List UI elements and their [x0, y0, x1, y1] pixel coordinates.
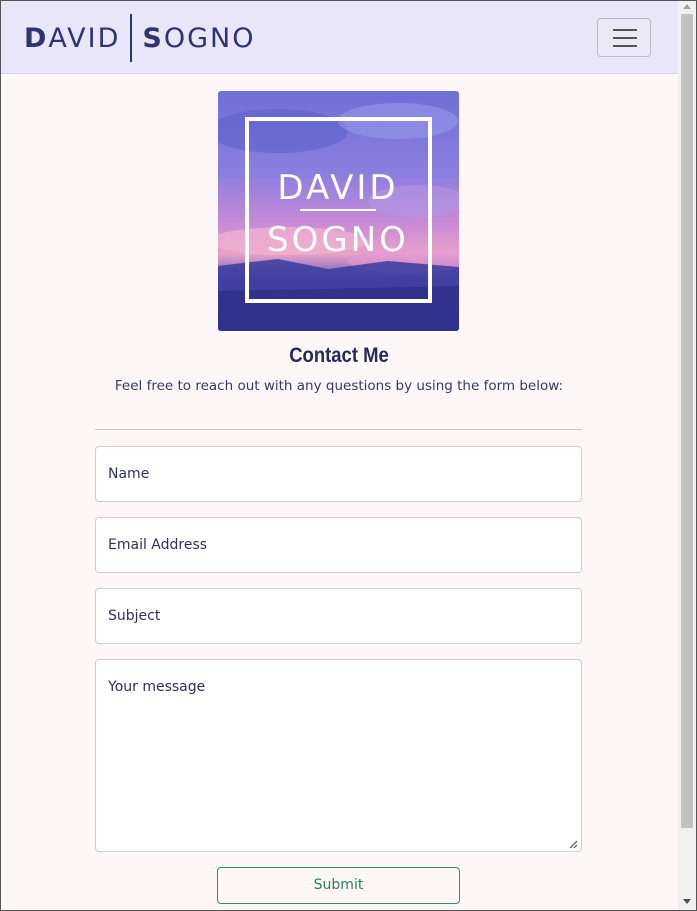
email-input[interactable] — [95, 517, 582, 573]
brand-logo-link[interactable]: D AVID S OGNO — [24, 13, 255, 63]
brand-last-rest: OGNO — [163, 22, 256, 54]
brand-last-initial: S — [142, 22, 164, 54]
resize-grip-icon[interactable] — [568, 839, 578, 849]
scrollbar-thumb[interactable] — [681, 14, 693, 828]
hamburger-menu-icon-bar — [613, 45, 637, 47]
divider — [95, 429, 582, 430]
subject-input[interactable] — [95, 588, 582, 644]
logo-artwork: DAVID SOGNO — [218, 91, 459, 331]
navbar: D AVID S OGNO — [1, 1, 678, 74]
name-input[interactable] — [95, 446, 582, 502]
page-title: Contact Me — [289, 344, 389, 367]
brand-first-initial: D — [24, 22, 49, 54]
brand-separator — [130, 14, 133, 62]
hamburger-menu-icon-bar — [613, 37, 637, 39]
logo-image: DAVID SOGNO — [218, 91, 459, 331]
page-subtitle: Feel free to reach out with any question… — [114, 378, 564, 394]
navbar-toggle-button[interactable] — [597, 18, 651, 57]
message-textarea[interactable] — [95, 659, 582, 852]
logo-text-line2: SOGNO — [267, 220, 409, 260]
logo-text-line1: DAVID — [277, 168, 398, 208]
submit-button[interactable]: Submit — [217, 867, 460, 904]
scroll-down-arrow-icon[interactable] — [683, 899, 691, 904]
hamburger-menu-icon — [613, 29, 637, 31]
scroll-up-arrow-icon[interactable] — [683, 4, 691, 9]
brand-first-rest: AVID — [48, 22, 121, 54]
